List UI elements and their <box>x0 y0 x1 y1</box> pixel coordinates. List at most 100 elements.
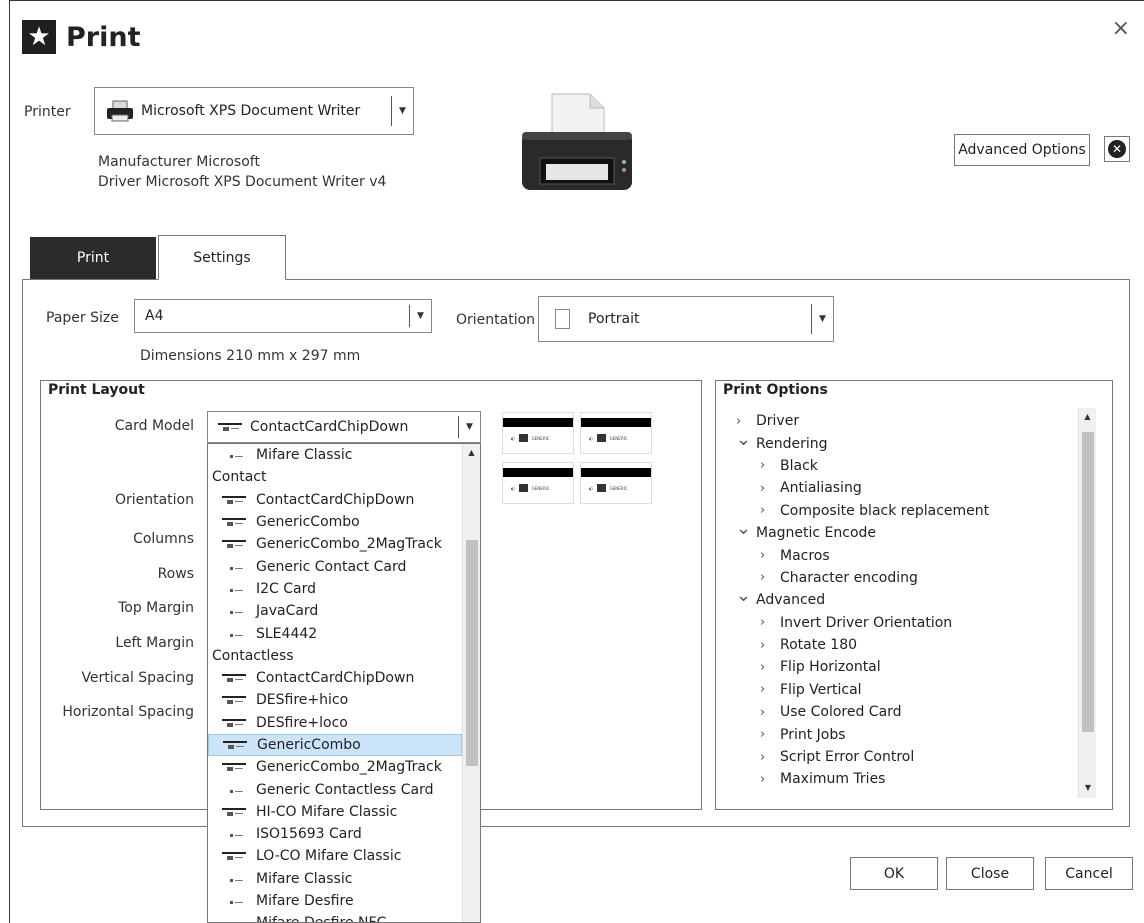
close-advanced-button[interactable]: ✕ <box>1104 136 1130 162</box>
dropdown-item-label: ContactCardChipDown <box>256 491 415 508</box>
dialog-title-bar: ★ Print <box>22 20 141 54</box>
orientation-select[interactable]: Portrait ▼ <box>538 296 834 342</box>
chevron-down-icon: ▼ <box>391 96 413 126</box>
dropdown-item-label: ISO15693 Card <box>256 826 362 843</box>
chevron-right-icon[interactable]: › <box>760 727 780 742</box>
tree-item[interactable]: › Macros <box>736 544 1066 566</box>
printer-large-icon <box>522 93 632 190</box>
close-icon[interactable]: × <box>1112 16 1130 41</box>
dropdown-item[interactable]: Generic Contact Card <box>208 555 462 577</box>
tree-item-label: Advanced <box>756 592 826 609</box>
scroll-down-icon[interactable]: ▼ <box>1079 783 1097 792</box>
dropdown-item-label: Generic Contact Card <box>256 558 407 575</box>
dropdown-item[interactable]: GenericCombo <box>208 733 462 757</box>
dropdown-item[interactable]: SLE4442 <box>208 622 462 644</box>
chevron-down-icon[interactable]: ⌄ <box>736 430 756 448</box>
dropdown-item[interactable]: DESfire+hico <box>208 689 462 711</box>
tree-item[interactable]: › Flip Horizontal <box>736 656 1066 678</box>
tree-item[interactable]: › Script Error Control <box>736 746 1066 768</box>
dropdown-item[interactable]: DESfire+loco <box>208 712 462 734</box>
tree-item[interactable]: › Black <box>736 455 1066 477</box>
tree-item[interactable]: › Character encoding <box>736 567 1066 589</box>
chevron-right-icon[interactable]: › <box>760 570 780 585</box>
tree-item[interactable]: ⌄ Advanced <box>736 587 1066 611</box>
tab-settings[interactable]: Settings <box>158 235 286 280</box>
dropdown-item-label: GenericCombo <box>256 514 360 531</box>
dropdown-scroll-thumb[interactable] <box>466 540 478 766</box>
scroll-up-icon[interactable]: ▲ <box>1079 412 1096 421</box>
chevron-right-icon[interactable]: › <box>760 750 780 765</box>
options-scrollbar[interactable]: ▲ ▼ <box>1078 408 1096 798</box>
chevron-down-icon[interactable]: ⌄ <box>736 587 756 605</box>
dropdown-item[interactable]: Mifare Classic <box>208 868 462 890</box>
tree-item[interactable]: › Rotate 180 <box>736 634 1066 656</box>
dropdown-item-label: Mifare Classic <box>256 870 353 887</box>
chevron-right-icon[interactable]: › <box>760 458 780 473</box>
dropdown-item[interactable]: GenericCombo <box>208 511 462 533</box>
chevron-right-icon[interactable]: › <box>760 660 780 675</box>
dropdown-scrollbar[interactable]: ▲ <box>462 444 480 922</box>
dropdown-item[interactable]: GenericCombo_2MagTrack <box>208 756 462 778</box>
tree-item[interactable]: ⌄ Rendering <box>736 430 1066 454</box>
dimensions-text: Dimensions 210 mm x 297 mm <box>140 348 361 364</box>
chevron-right-icon[interactable]: › <box>760 638 780 653</box>
tree-item[interactable]: › Composite black replacement <box>736 500 1066 522</box>
advanced-options-button[interactable]: Advanced Options <box>954 134 1090 166</box>
card-preview: ◖) GENERIC <box>502 412 574 454</box>
scroll-up-icon[interactable]: ▲ <box>463 448 480 457</box>
dropdown-item-label: JavaCard <box>256 603 319 620</box>
ok-button[interactable]: OK <box>850 857 938 890</box>
field-orientation-label: Orientation <box>114 492 194 508</box>
dropdown-item-label: GenericCombo <box>257 737 361 753</box>
dropdown-item[interactable]: GenericCombo_2MagTrack <box>208 533 462 555</box>
card-icon <box>222 785 246 795</box>
close-button[interactable]: Close <box>946 857 1034 890</box>
chevron-right-icon[interactable]: › <box>760 772 780 787</box>
card-model-dropdown[interactable]: Mifare Classic Contact ContactCardChipDown… <box>207 443 481 923</box>
dropdown-item[interactable]: Generic Contactless Card <box>208 778 462 800</box>
card-icon <box>222 762 246 772</box>
chevron-right-icon[interactable]: › <box>760 503 780 518</box>
dropdown-item[interactable]: HI-CO Mifare Classic <box>208 801 462 823</box>
dropdown-item-label: Mifare Desfire <box>256 893 354 910</box>
tree-item[interactable]: ⌄ Magnetic Encode <box>736 520 1066 544</box>
tree-item[interactable]: › Print Jobs <box>736 723 1066 745</box>
circle-x-icon: ✕ <box>1108 140 1126 158</box>
dropdown-item[interactable]: Mifare Desfire <box>208 890 462 912</box>
tree-item[interactable]: › Flip Vertical <box>736 679 1066 701</box>
chevron-down-icon[interactable]: ⌄ <box>736 520 756 538</box>
chevron-right-icon[interactable]: › <box>760 615 780 630</box>
chevron-right-icon[interactable]: › <box>760 548 780 563</box>
options-scroll-thumb[interactable] <box>1082 432 1094 732</box>
card-icon <box>222 718 246 728</box>
dropdown-item[interactable]: ContactCardChipDown <box>208 667 462 689</box>
tree-item[interactable]: › Invert Driver Orientation <box>736 612 1066 634</box>
tree-item[interactable]: › Driver <box>736 410 1066 432</box>
card-icon <box>222 629 246 639</box>
chevron-right-icon[interactable]: › <box>760 481 780 496</box>
tree-item[interactable]: › Maximum Tries <box>736 768 1066 790</box>
tab-print[interactable]: Print <box>30 237 156 279</box>
tree-item[interactable]: › Antialiasing <box>736 477 1066 499</box>
cancel-button[interactable]: Cancel <box>1045 857 1133 890</box>
dropdown-item[interactable]: I2C Card <box>208 578 462 600</box>
dropdown-item[interactable]: Mifare Classic <box>208 444 462 466</box>
card-model-select[interactable]: ContactCardChipDown ▼ <box>207 411 481 443</box>
tree-item-label: Use Colored Card <box>780 704 902 721</box>
dropdown-group-header: Contactless <box>212 647 294 664</box>
field-top-margin-label: Top Margin <box>118 600 194 616</box>
printer-select[interactable]: Microsoft XPS Document Writer ▼ <box>94 87 414 135</box>
dropdown-item[interactable]: Mifare Desfire NFC <box>208 912 462 922</box>
tree-item[interactable]: › Use Colored Card <box>736 701 1066 723</box>
tree-item-label: Print Jobs <box>780 726 846 743</box>
chevron-right-icon[interactable]: › <box>736 414 756 429</box>
dropdown-item[interactable]: LO-CO Mifare Classic <box>208 845 462 867</box>
tree-item-label: Driver <box>756 413 800 430</box>
dropdown-item[interactable]: JavaCard <box>208 600 462 622</box>
chevron-right-icon[interactable]: › <box>760 705 780 720</box>
dropdown-item[interactable]: ISO15693 Card <box>208 823 462 845</box>
dropdown-item-label: I2C Card <box>256 580 317 597</box>
paper-size-select[interactable]: A4 ▼ <box>134 299 432 333</box>
chevron-right-icon[interactable]: › <box>760 682 780 697</box>
dropdown-item[interactable]: ContactCardChipDown <box>208 489 462 511</box>
